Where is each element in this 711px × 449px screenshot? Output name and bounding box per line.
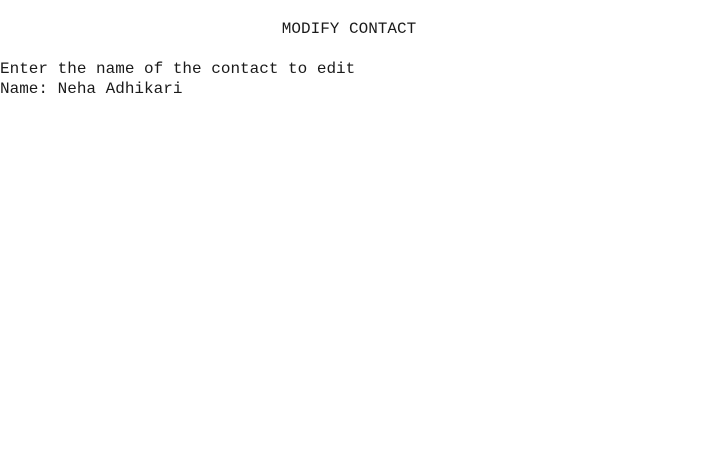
screen-title: MODIFY CONTACT xyxy=(281,20,417,38)
name-label: Name: xyxy=(0,80,58,98)
edit-prompt: Enter the name of the contact to edit xyxy=(0,60,356,78)
name-input[interactable]: Neha Adhikari xyxy=(58,80,183,98)
console-window: MODIFY CONTACT Enter the name of the con… xyxy=(0,0,711,449)
name-input-line[interactable]: Name: Neha Adhikari xyxy=(0,79,182,99)
